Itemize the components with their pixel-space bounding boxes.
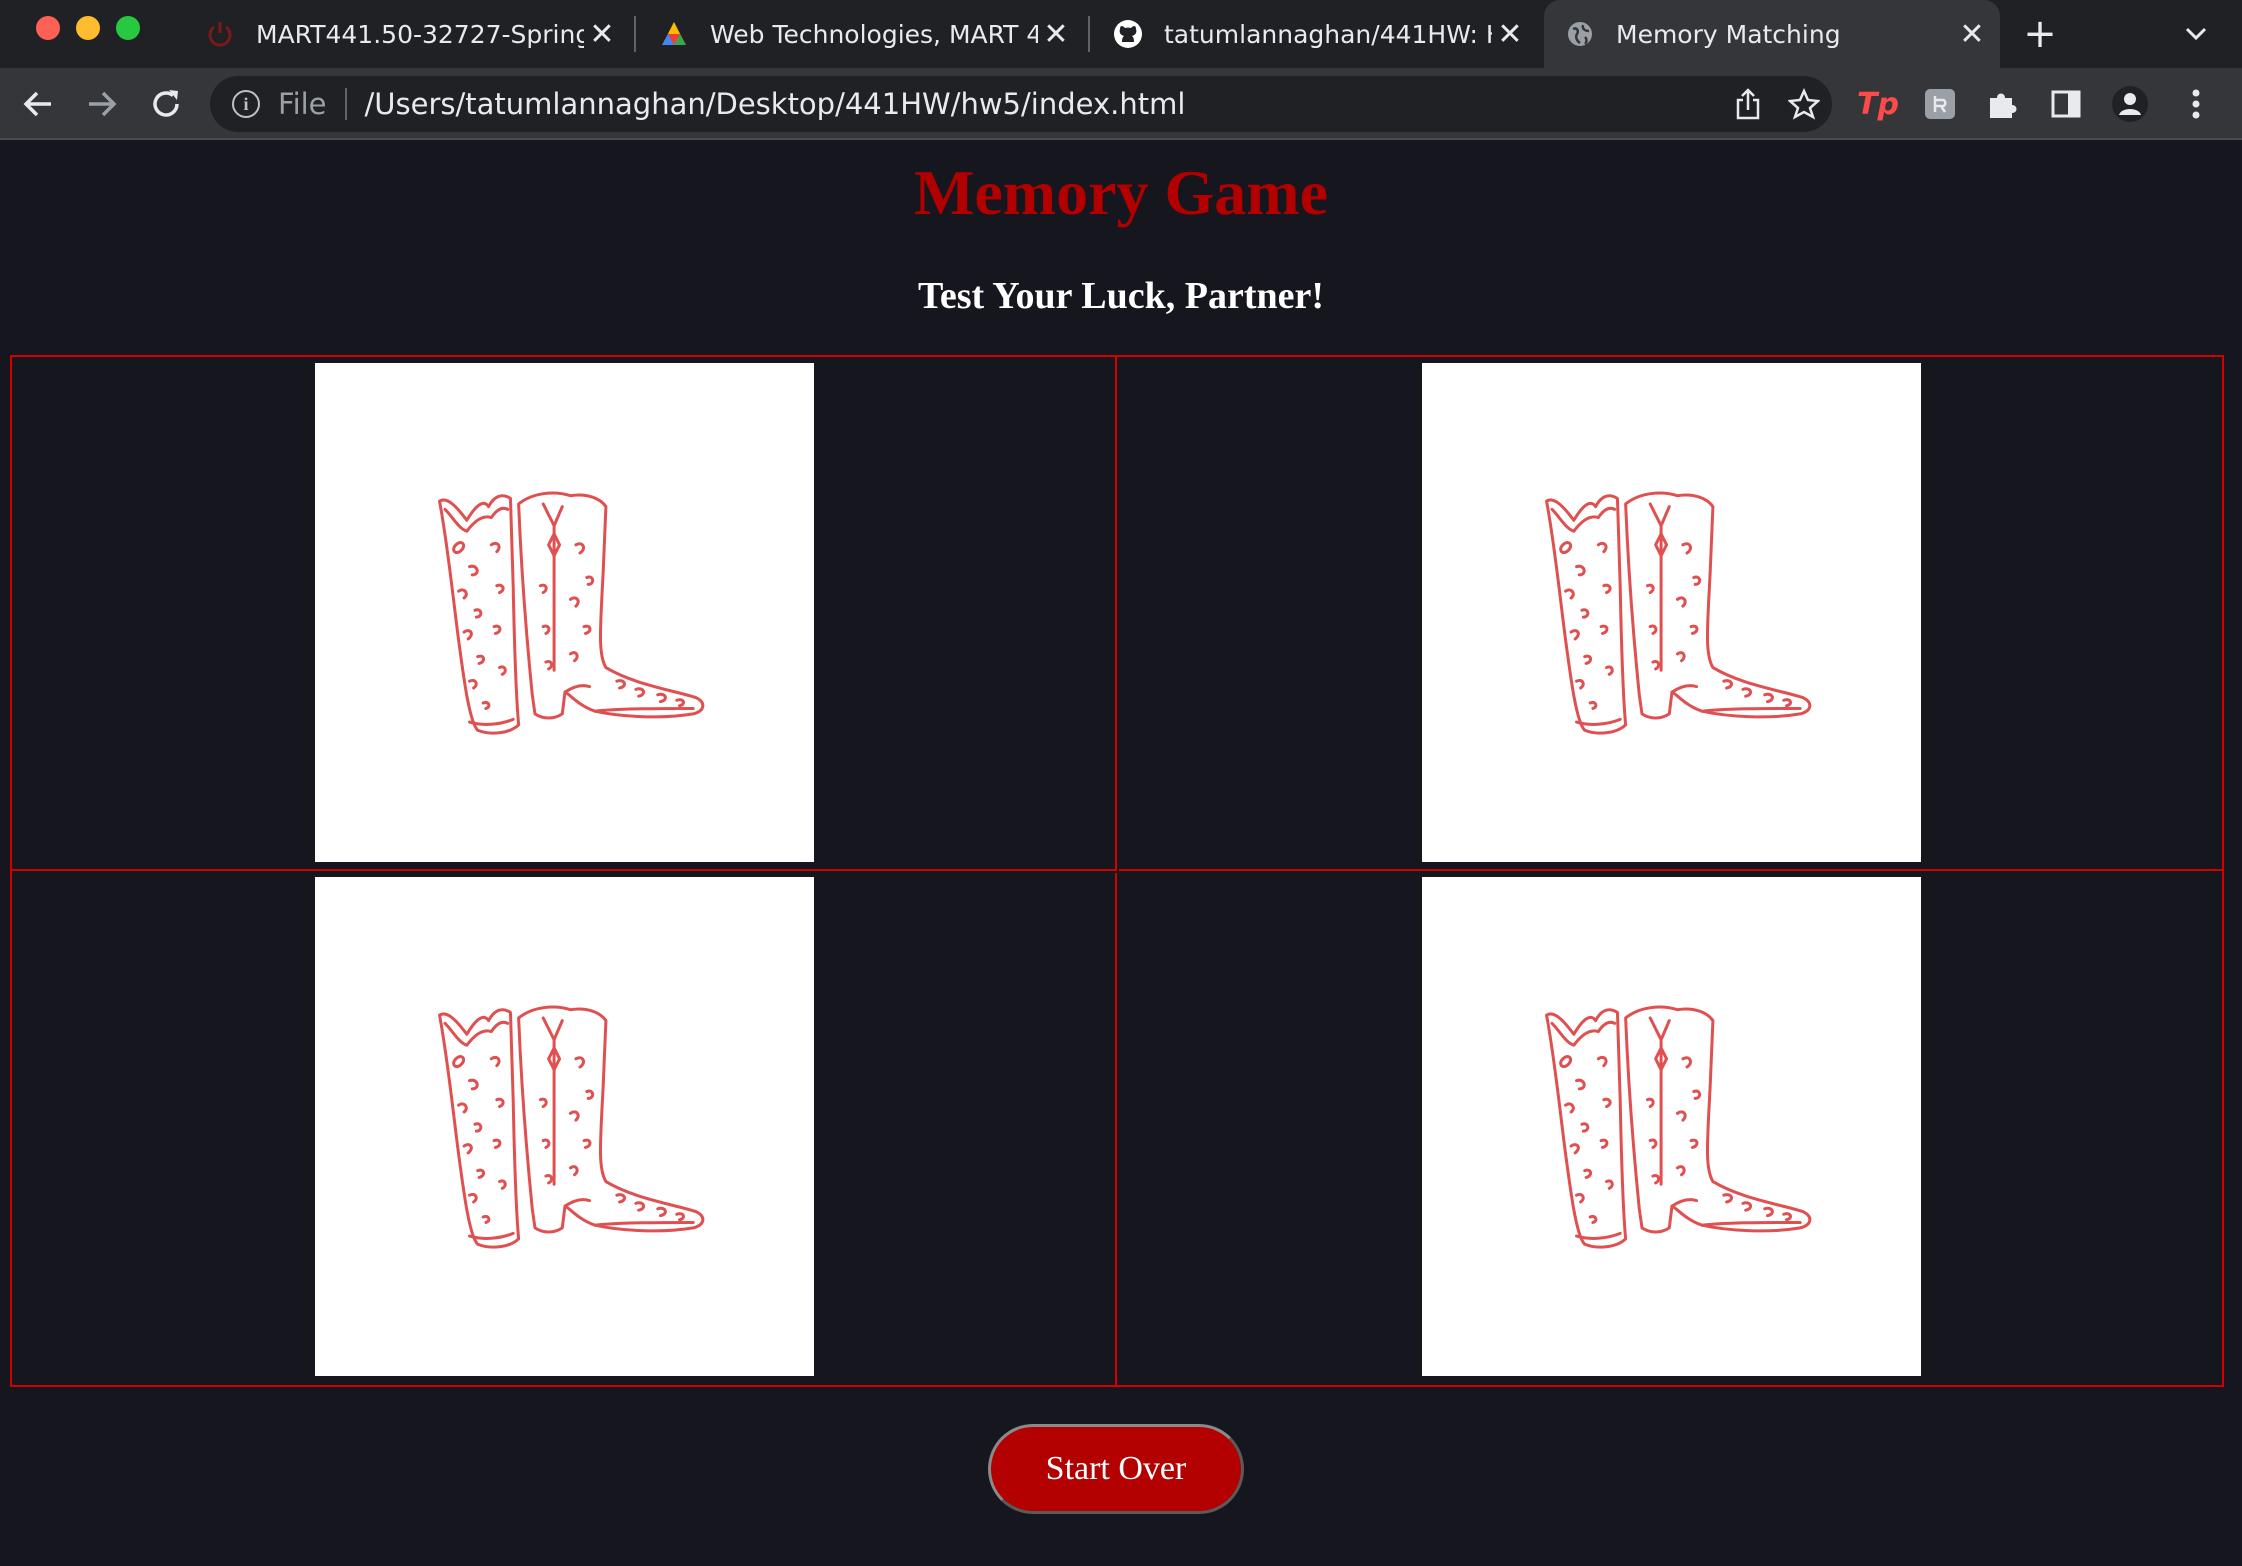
tab-separator xyxy=(1088,16,1090,52)
browser-tab-bar: MART441.50-32727-Spring2 ✕ Web Technolog… xyxy=(0,0,2242,68)
start-over-button[interactable]: Start Over xyxy=(988,1424,1244,1514)
close-icon[interactable]: ✕ xyxy=(1492,17,1528,52)
browser-toolbar: i File /Users/tatumlannaghan/Desktop/441… xyxy=(0,68,2242,140)
url-text[interactable]: /Users/tatumlannaghan/Desktop/441HW/hw5/… xyxy=(365,87,1720,121)
tab-title: MART441.50-32727-Spring2 xyxy=(256,19,584,49)
tab-memory-matching[interactable]: Memory Matching ✕ xyxy=(1544,0,2000,68)
cowboy-boots-icon xyxy=(1544,491,1811,735)
tp-extension-icon[interactable]: Tp xyxy=(1854,80,1902,128)
reload-icon[interactable] xyxy=(142,80,190,128)
maximize-window-button[interactable] xyxy=(116,16,140,40)
memory-card[interactable] xyxy=(315,363,814,862)
tab-mart441[interactable]: MART441.50-32727-Spring2 ✕ xyxy=(184,0,630,68)
close-icon[interactable]: ✕ xyxy=(1954,17,1990,52)
board-cell xyxy=(12,873,1117,1387)
cowboy-boots-icon xyxy=(437,1005,704,1249)
minimize-window-button[interactable] xyxy=(76,16,100,40)
tab-title: tatumlannaghan/441HW: Hor xyxy=(1164,19,1492,49)
tab-github-repo[interactable]: tatumlannaghan/441HW: Hor ✕ xyxy=(1092,0,1538,68)
memory-card[interactable] xyxy=(1422,363,1921,862)
tab-separator xyxy=(634,16,636,52)
power-icon xyxy=(204,18,236,50)
close-window-button[interactable] xyxy=(36,16,60,40)
memory-card[interactable] xyxy=(315,877,814,1376)
github-icon xyxy=(1112,18,1144,50)
new-tab-plus-icon[interactable]: + xyxy=(2016,10,2064,58)
side-panel-icon[interactable] xyxy=(2042,80,2090,128)
profile-avatar-icon[interactable] xyxy=(2106,80,2154,128)
tab-search-chevron-down-icon[interactable] xyxy=(2172,10,2220,58)
tab-web-technologies[interactable]: Web Technologies, MART 44 ✕ xyxy=(638,0,1084,68)
divider xyxy=(344,88,347,120)
game-board xyxy=(10,355,2224,1387)
memory-card[interactable] xyxy=(1422,877,1921,1376)
page-content: Memory Game Test Your Luck, Partner! Sta… xyxy=(0,140,2242,1566)
back-arrow-icon[interactable] xyxy=(14,80,62,128)
close-icon[interactable]: ✕ xyxy=(584,17,620,52)
tab-title: Memory Matching xyxy=(1616,19,1841,49)
cowboy-boots-icon xyxy=(437,491,704,735)
tab-title: Web Technologies, MART 44 xyxy=(710,19,1038,49)
more-menu-icon[interactable] xyxy=(2172,80,2220,128)
bookmark-star-icon[interactable] xyxy=(1776,76,1832,132)
board-cell xyxy=(12,357,1117,871)
forward-arrow-icon[interactable] xyxy=(78,80,126,128)
board-cell xyxy=(1119,357,2222,871)
address-bar[interactable]: i File /Users/tatumlannaghan/Desktop/441… xyxy=(210,76,1832,132)
extensions-puzzle-icon[interactable] xyxy=(1978,80,2026,128)
share-icon[interactable] xyxy=(1720,76,1776,132)
page-title: Memory Game xyxy=(913,157,1329,228)
cowboy-boots-icon xyxy=(1544,1005,1811,1249)
globe-icon xyxy=(1564,18,1596,50)
info-icon[interactable]: i xyxy=(232,90,260,118)
triangle-logo-icon xyxy=(658,18,690,50)
extension-grey-icon[interactable] xyxy=(1916,80,1964,128)
board-cell xyxy=(1119,873,2222,1387)
page-subtitle: Test Your Luck, Partner! xyxy=(917,275,1325,317)
close-icon[interactable]: ✕ xyxy=(1038,17,1074,52)
url-scheme-label: File xyxy=(278,87,327,121)
